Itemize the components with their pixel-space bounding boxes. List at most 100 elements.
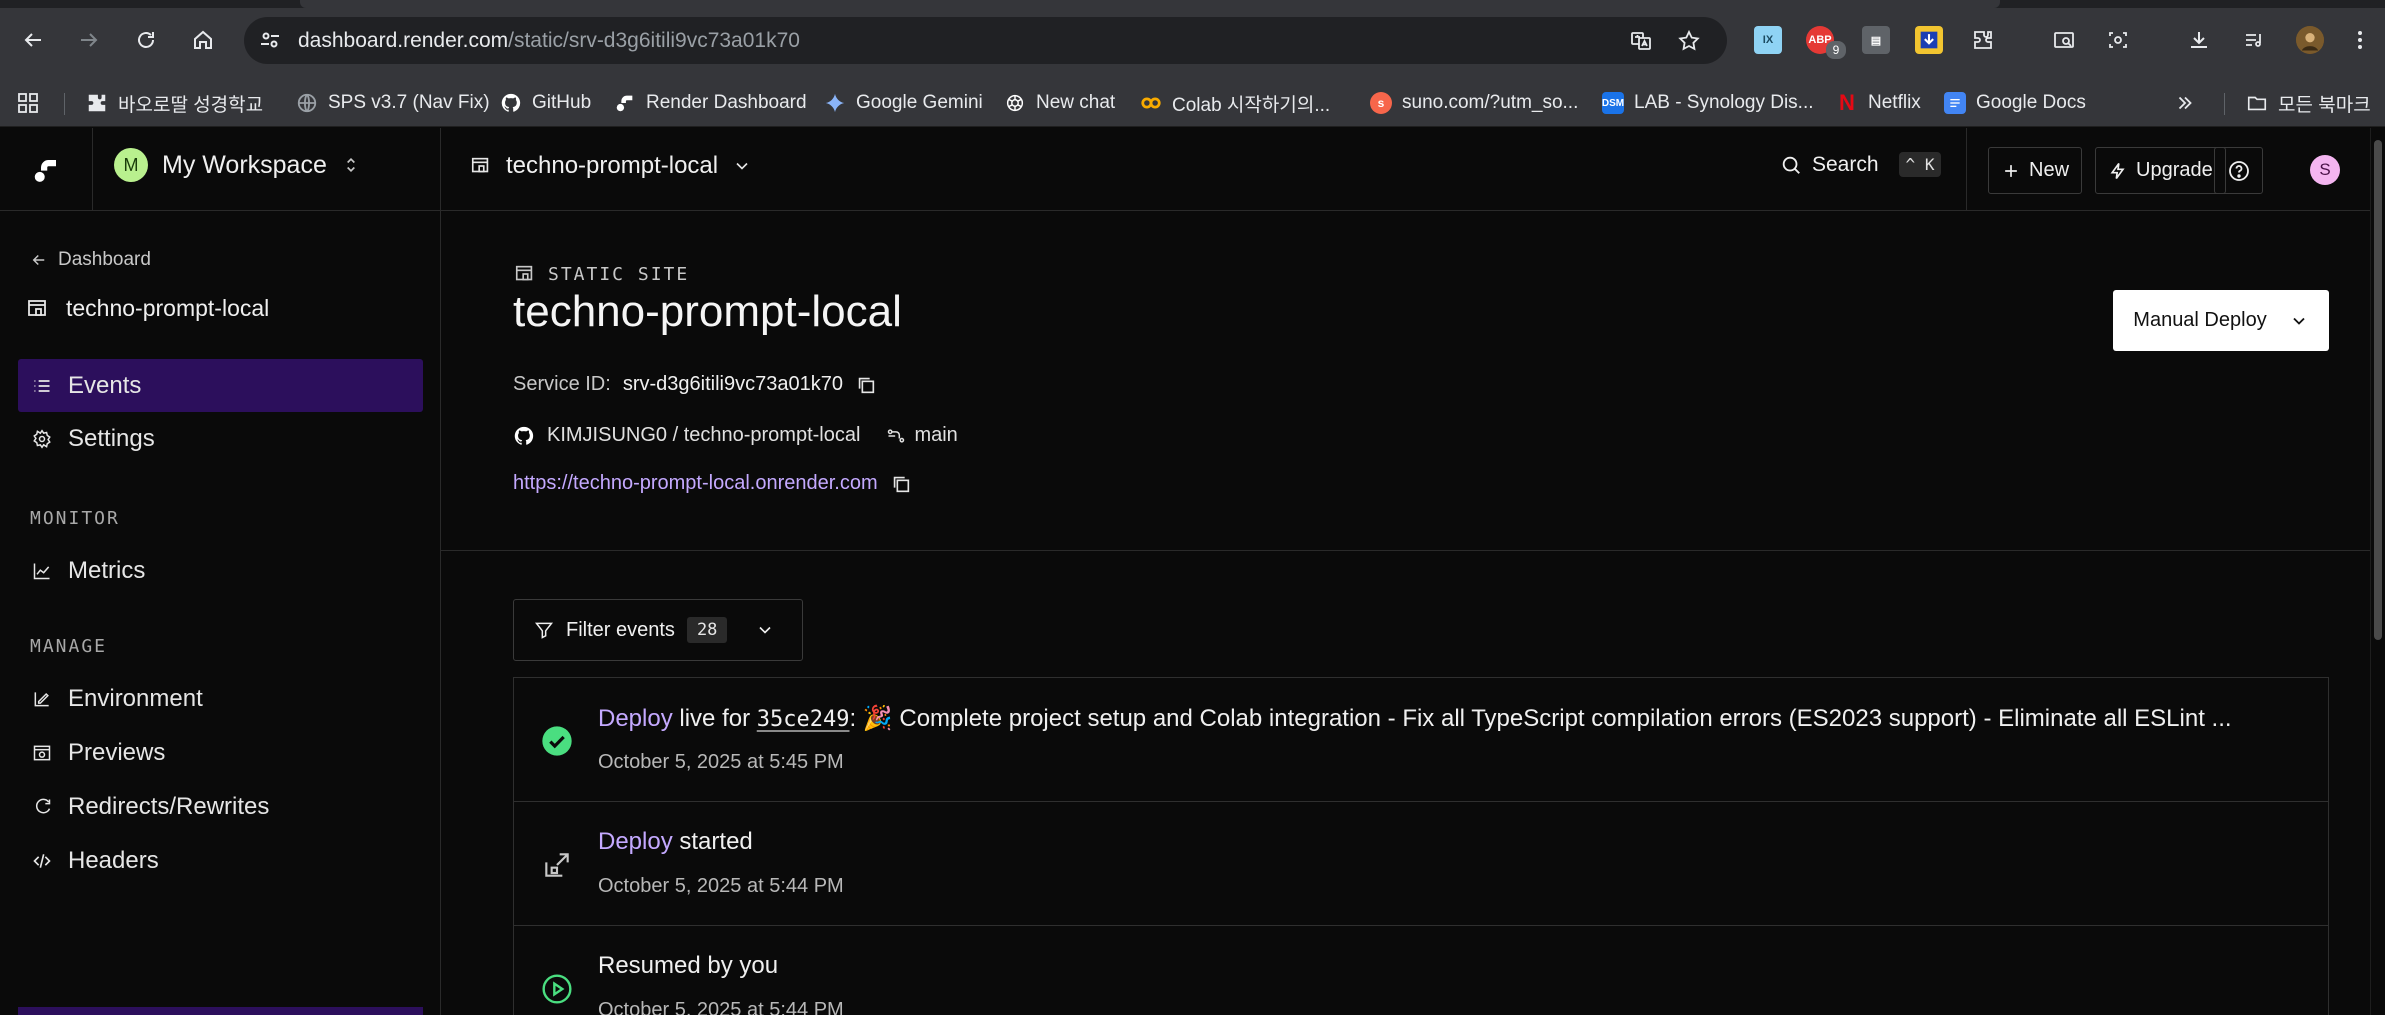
commit-message: : 🎉 Complete project setup and Colab int…: [849, 705, 2232, 732]
docs-icon: [1944, 92, 1966, 114]
bookmark-label: Colab 시작하기의...: [1172, 94, 1331, 116]
bookmark-item[interactable]: Google Gemini: [824, 91, 983, 115]
copy-icon[interactable]: [855, 374, 877, 396]
url-text[interactable]: dashboard.render.com/static/srv-d3g6itil…: [298, 29, 800, 53]
back-to-dashboard-link[interactable]: Dashboard: [30, 249, 151, 271]
event-timestamp: October 5, 2025 at 5:44 PM: [598, 999, 844, 1015]
tab-search-icon[interactable]: [2050, 26, 2078, 54]
sidebar-item-environment[interactable]: Environment: [18, 672, 423, 725]
apps-grid-icon[interactable]: [16, 91, 40, 115]
bookmark-label: Render Dashboard: [646, 92, 807, 113]
service-url-link[interactable]: https://techno-prompt-local.onrender.com: [513, 472, 878, 495]
events-list: Deploy live for 35ce249: 🎉 Complete proj…: [513, 677, 2329, 1015]
chevron-down-icon: [736, 162, 748, 170]
all-bookmarks-folder[interactable]: 모든 북마크: [2246, 91, 2371, 116]
bookmark-label: LAB - Synology Dis...: [1634, 92, 1814, 113]
play-circle-icon: [540, 972, 574, 1006]
profile-avatar-icon[interactable]: [2296, 26, 2324, 54]
deploy-link[interactable]: Deploy: [598, 705, 673, 732]
folder-icon: [2246, 92, 2268, 114]
search-icon: [1782, 156, 1800, 174]
bookmark-item[interactable]: s suno.com/?utm_so...: [1370, 91, 1578, 115]
forward-icon[interactable]: [71, 22, 107, 58]
repo-link[interactable]: KIMJISUNG0 / techno-prompt-local: [547, 424, 860, 447]
sidebar-bottom-banner[interactable]: [18, 1007, 423, 1015]
active-tab-edge[interactable]: [300, 0, 2000, 8]
filter-events-button[interactable]: Filter events 28: [513, 599, 803, 661]
service-id: Service ID: srv-d3g6itili9vc73a01k70: [513, 373, 877, 396]
event-text: live for: [672, 705, 757, 732]
sidebar-item-redirects[interactable]: Redirects/Rewrites: [18, 780, 423, 833]
upgrade-button[interactable]: Upgrade: [2095, 147, 2226, 194]
header-divider: [440, 128, 441, 211]
render-logo-icon[interactable]: [0, 128, 93, 211]
github-icon: [514, 426, 534, 445]
extension-download-icon[interactable]: [1915, 26, 1943, 54]
extension-ix-icon[interactable]: IX: [1754, 26, 1782, 54]
translate-icon[interactable]: [1628, 28, 1654, 54]
site-info-icon[interactable]: [258, 28, 282, 52]
manual-deploy-button[interactable]: Manual Deploy: [2113, 290, 2329, 351]
workspace-switcher[interactable]: M My Workspace: [114, 148, 361, 182]
back-icon[interactable]: [15, 22, 51, 58]
extensions-puzzle-icon[interactable]: [1969, 26, 1997, 54]
copy-icon[interactable]: [890, 473, 912, 495]
user-avatar[interactable]: S: [2310, 155, 2340, 185]
event-title: Deploy live for 35ce249: 🎉 Complete proj…: [598, 704, 2232, 733]
bookmark-item[interactable]: SPS v3.7 (Nav Fix): [296, 91, 490, 115]
help-button[interactable]: [2214, 147, 2263, 194]
bookmark-item[interactable]: DSM LAB - Synology Dis...: [1602, 91, 1814, 115]
service-switcher[interactable]: techno-prompt-local: [470, 152, 752, 180]
sidebar-item-events[interactable]: Events: [18, 359, 423, 412]
home-icon[interactable]: [185, 22, 221, 58]
bookmark-item[interactable]: New chat: [1004, 91, 1115, 115]
bookmark-item[interactable]: Google Docs: [1944, 91, 2086, 115]
scrollbar-thumb[interactable]: [2374, 140, 2382, 640]
manual-deploy-label: Manual Deploy: [2133, 309, 2267, 331]
media-control-icon[interactable]: [2240, 26, 2268, 54]
screenshot-icon[interactable]: [2104, 26, 2132, 54]
back-label: Dashboard: [58, 249, 151, 270]
service-type: STATIC SITE: [514, 263, 689, 285]
search-button[interactable]: Search ^ K: [1780, 152, 1942, 177]
event-row: Deploy live for 35ce249: 🎉 Complete proj…: [514, 678, 2328, 802]
sidebar-item-label: Metrics: [68, 556, 146, 584]
github-icon: [500, 92, 522, 114]
bookmark-item[interactable]: Render Dashboard: [614, 91, 807, 115]
bookmark-item[interactable]: Colab 시작하기의...: [1140, 91, 1331, 116]
sidebar-item-settings[interactable]: Settings: [18, 412, 423, 465]
extension-window-icon[interactable]: ▤: [1862, 26, 1890, 54]
downloads-icon[interactable]: [2185, 26, 2213, 54]
suno-icon: s: [1370, 92, 1392, 114]
reload-icon[interactable]: [128, 22, 164, 58]
service-id-label: Service ID:: [513, 373, 611, 395]
page-title: techno-prompt-local: [513, 287, 902, 336]
event-row: Deploy started October 5, 2025 at 5:44 P…: [514, 802, 2328, 926]
more-bookmarks-icon[interactable]: [2174, 91, 2196, 115]
sidebar-item-label: Settings: [68, 424, 155, 452]
sidebar-item-label: Environment: [68, 684, 203, 712]
sidebar-item-metrics[interactable]: Metrics: [18, 544, 423, 597]
bookmark-item[interactable]: GitHub: [500, 91, 591, 115]
plus-icon: [2005, 164, 2017, 177]
bookmark-label: Google Docs: [1976, 92, 2086, 113]
new-button[interactable]: New: [1988, 147, 2083, 194]
bookmark-item[interactable]: 바오로딸 성경학교: [86, 91, 263, 116]
deploy-link[interactable]: Deploy: [598, 828, 673, 855]
filter-label: Filter events: [566, 618, 675, 641]
browser-menu-icon[interactable]: [2346, 26, 2374, 54]
bookmark-star-icon[interactable]: [1676, 28, 1702, 54]
sidebar-item-headers[interactable]: Headers: [18, 834, 423, 887]
branch-label: main: [914, 424, 958, 446]
preview-icon: [33, 745, 51, 760]
address-bar[interactable]: dashboard.render.com/static/srv-d3g6itil…: [244, 17, 1727, 64]
bookmark-label: suno.com/?utm_so...: [1402, 92, 1579, 113]
code-icon: [33, 853, 51, 868]
bookmark-label: GitHub: [532, 92, 592, 113]
bookmark-item[interactable]: N Netflix: [1836, 90, 1921, 115]
commit-hash-link[interactable]: 35ce249: [757, 707, 850, 732]
netflix-icon: N: [1839, 90, 1855, 115]
redirect-icon: [35, 798, 51, 813]
bookmark-label: Netflix: [1868, 92, 1921, 113]
sidebar-item-previews[interactable]: Previews: [18, 726, 423, 779]
